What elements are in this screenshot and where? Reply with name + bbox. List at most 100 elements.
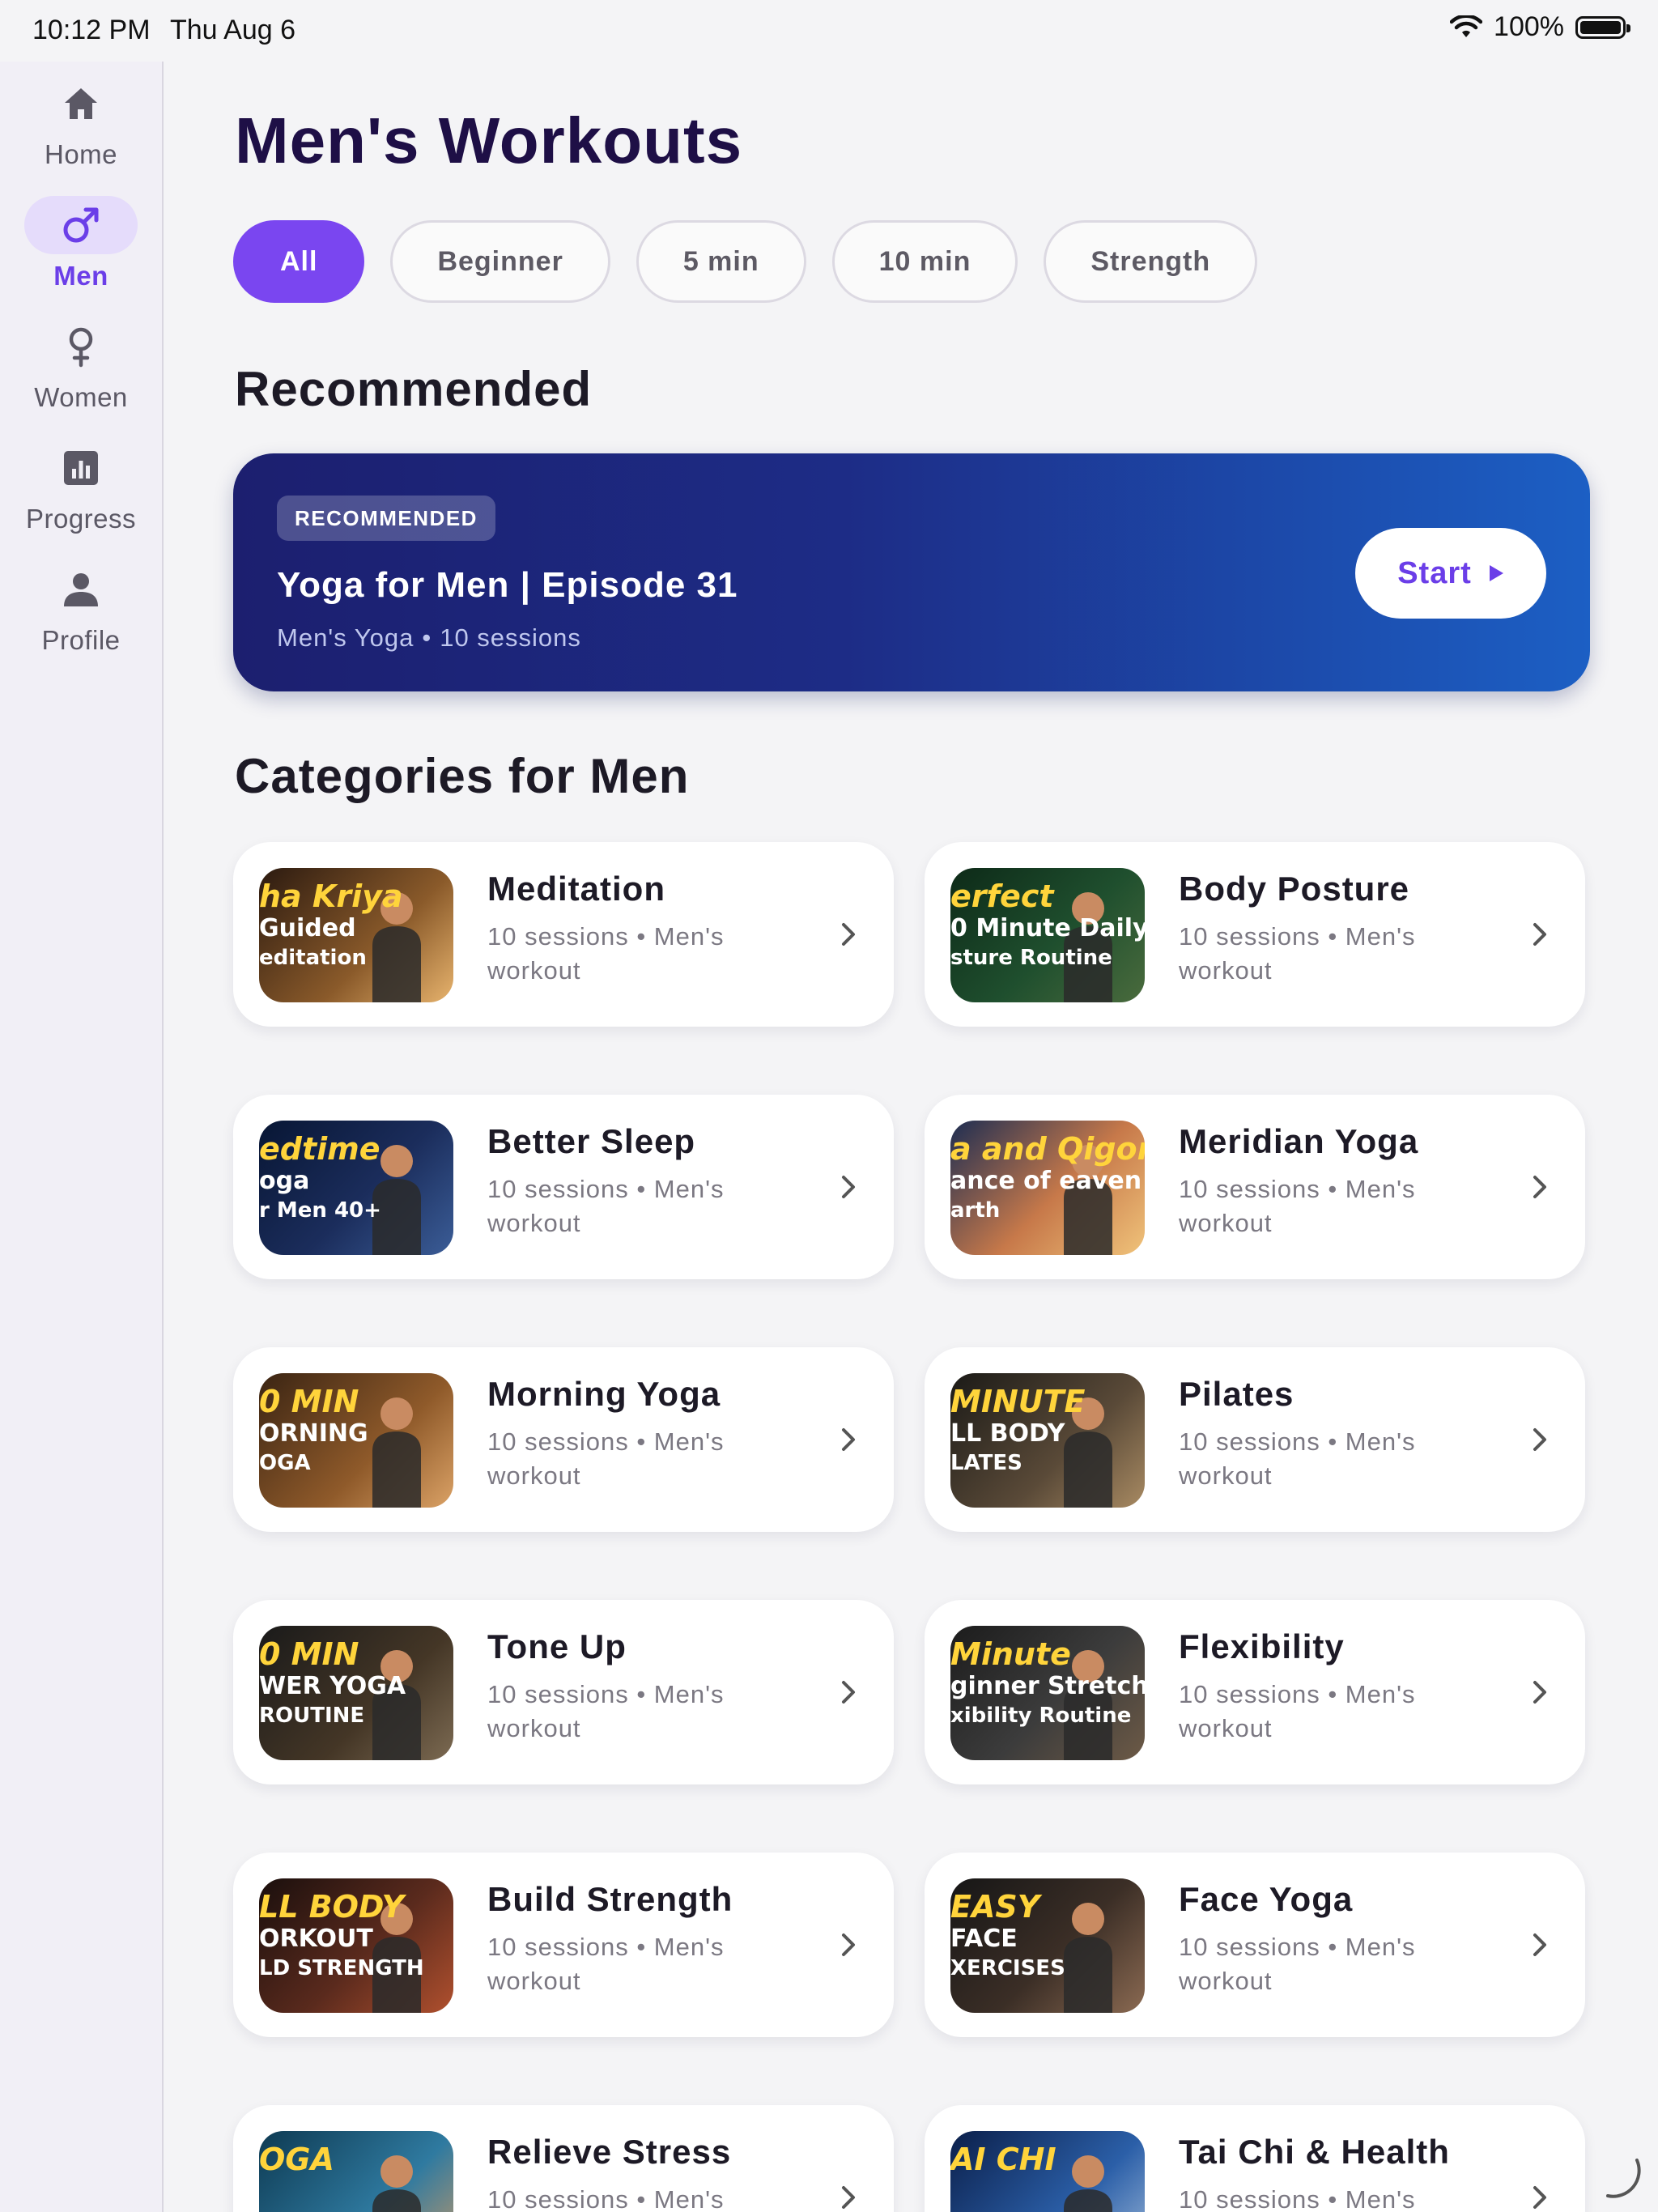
battery-icon (1575, 15, 1630, 39)
category-thumbnail: EASY FACE XERCISES (950, 1878, 1145, 2013)
thumbnail-text: AI CHI (950, 2142, 1056, 2177)
category-sessions: 10 sessions • Men's workout (1179, 1175, 1416, 1237)
sidebar: Home Men Women Progress Profile (0, 62, 164, 2212)
category-title: Relieve Stress (487, 2133, 732, 2171)
category-sessions: 10 sessions • Men's workout (487, 2185, 725, 2212)
category-sessions: 10 sessions • Men's workout (1179, 1680, 1416, 1742)
thumbnail-text: a and Qigong: (950, 1131, 1145, 1167)
category-card-build-strength[interactable]: LL BODY ORKOUT LD STRENGTH Build Strength 10… (233, 1853, 894, 2037)
category-sessions: 10 sessions • Men's workout (487, 1427, 725, 1490)
filter-chip-10-min[interactable]: 10 min (831, 220, 1018, 303)
category-card-tai-chi-health[interactable]: AI CHI Tai Chi & Health 10 sessions • Men'… (925, 2105, 1585, 2212)
sidebar-item-progress[interactable]: Progress (0, 439, 162, 534)
chevron-right-icon (1533, 923, 1546, 946)
category-title: Build Strength (487, 1880, 733, 1918)
thumbnail-text: Minute (950, 1636, 1071, 1672)
person-figure-image (1064, 1903, 1112, 2013)
thumbnail-text: erfect (950, 878, 1054, 914)
thumbnail-text: editation (259, 946, 367, 970)
category-card-relieve-stress[interactable]: OGA Relieve Stress 10 sessions • Men's wor… (233, 2105, 894, 2212)
chevron-right-icon (1533, 1176, 1546, 1198)
thumbnail-text: OGA (259, 2142, 334, 2177)
sidebar-item-women[interactable]: Women (0, 317, 162, 413)
section-title-recommended: Recommended (235, 362, 593, 416)
category-thumbnail: MINUTE LL BODY LATES (950, 1373, 1145, 1508)
category-title: Tone Up (487, 1627, 627, 1665)
category-thumbnail: OGA (259, 2131, 453, 2212)
category-card-better-sleep[interactable]: edtime oga r Men 40+ Better Sleep 10 session… (233, 1095, 894, 1279)
category-title: Meditation (487, 870, 665, 908)
category-thumbnail: 0 MIN ORNING OGA (259, 1373, 453, 1508)
category-card-meditation[interactable]: ha Kriya Guided editation Meditation 10 sess… (233, 842, 894, 1027)
category-sessions: 10 sessions • Men's workout (1179, 922, 1416, 985)
category-card-morning-yoga[interactable]: 0 MIN ORNING OGA Morning Yoga 10 sessions • … (233, 1347, 894, 1532)
status-date: Thu Aug 6 (170, 15, 296, 45)
filter-chip-all[interactable]: All (233, 220, 365, 303)
chevron-right-icon (842, 1176, 855, 1198)
category-title: Flexibility (1179, 1627, 1345, 1665)
filter-chip-5-min[interactable]: 5 min (636, 220, 806, 303)
chevron-right-icon (1533, 1428, 1546, 1451)
section-title-categories: Categories for Men (235, 749, 690, 803)
chart-icon (64, 451, 98, 485)
category-sessions: 10 sessions • Men's workout (487, 1680, 725, 1742)
sidebar-item-home[interactable]: Home (0, 74, 162, 170)
category-thumbnail: LL BODY ORKOUT LD STRENGTH (259, 1878, 453, 2013)
category-card-tone-up[interactable]: 0 MIN WER YOGA ROUTINE Tone Up 10 sessions •… (233, 1600, 894, 1784)
thumbnail-text: oga (259, 1167, 310, 1195)
thumbnail-text: LL BODY (259, 1889, 405, 1925)
person-figure-image (372, 2155, 421, 2212)
thumbnail-text: edtime (259, 1131, 380, 1167)
recommended-subtitle: Men's Yoga • 10 sessions (277, 623, 581, 652)
thumbnail-text: MINUTE (950, 1384, 1086, 1419)
chevron-right-icon (842, 1428, 855, 1451)
thumbnail-text: arth (950, 1198, 1001, 1223)
category-title: Face Yoga (1179, 1880, 1354, 1918)
filter-chip-beginner[interactable]: Beginner (390, 220, 610, 303)
start-button[interactable]: Start (1355, 528, 1546, 619)
sidebar-item-men[interactable]: Men (0, 196, 162, 291)
thumbnail-text: Guided (259, 914, 356, 942)
recommended-card[interactable]: RECOMMENDED Yoga for Men | Episode 31 Me… (233, 453, 1590, 691)
filter-chip-strength[interactable]: Strength (1044, 220, 1258, 303)
category-card-body-posture[interactable]: erfect 0 Minute Daily sture Routine Body Po… (925, 842, 1585, 1027)
female-icon (69, 327, 93, 368)
status-time: 10:12 PM (32, 15, 151, 45)
sidebar-item-label: Profile (41, 625, 121, 655)
male-icon (63, 207, 99, 243)
category-card-flexibility[interactable]: Minute ginner Stretch xibility Routine Flex… (925, 1600, 1585, 1784)
thumbnail-text: WER YOGA (259, 1672, 406, 1700)
play-icon (1489, 565, 1503, 581)
category-card-meridian-yoga[interactable]: a and Qigong:ance of eaven arth Meridian Y… (925, 1095, 1585, 1279)
category-title: Pilates (1179, 1375, 1295, 1413)
thumbnail-text: xibility Routine (950, 1704, 1132, 1728)
sidebar-item-label: Women (34, 382, 128, 412)
page-title: Men's Workouts (235, 104, 743, 177)
chevron-right-icon (1533, 1681, 1546, 1704)
person-icon (64, 573, 98, 606)
sidebar-item-label: Men (53, 261, 108, 291)
category-thumbnail: AI CHI (950, 2131, 1145, 2212)
category-card-face-yoga[interactable]: EASY FACE XERCISES Face Yoga 10 sessions • M… (925, 1853, 1585, 2037)
loading-spinner-icon (1606, 2159, 1641, 2198)
sidebar-item-profile[interactable]: Profile (0, 560, 162, 656)
category-sessions: 10 sessions • Men's workout (487, 922, 725, 985)
category-title: Morning Yoga (487, 1375, 721, 1413)
thumbnail-text: sture Routine (950, 946, 1112, 970)
chevron-right-icon (842, 2186, 855, 2209)
category-card-pilates[interactable]: MINUTE LL BODY LATES Pilates 10 sessions • M… (925, 1347, 1585, 1532)
category-title: Meridian Yoga (1179, 1122, 1419, 1160)
main-content: Men's Workouts All Beginner 5 min 10 min… (162, 62, 1658, 2212)
recommended-title: Yoga for Men | Episode 31 (277, 565, 738, 605)
chevron-right-icon (842, 923, 855, 946)
category-sessions: 10 sessions • Men's workout (1179, 1427, 1416, 1490)
thumbnail-text: LD STRENGTH (259, 1956, 424, 1980)
category-sessions: 10 sessions • Men's workout (1179, 1933, 1416, 1995)
thumbnail-text: ance of eaven (950, 1167, 1142, 1195)
thumbnail-text: 0 MIN (259, 1384, 359, 1419)
home-icon (65, 88, 97, 119)
thumbnail-text: 0 Minute Daily (950, 914, 1145, 942)
wifi-icon (1450, 15, 1483, 37)
category-thumbnail: erfect 0 Minute Daily sture Routine (950, 868, 1145, 1002)
thumbnail-text: ginner Stretch (950, 1672, 1145, 1700)
